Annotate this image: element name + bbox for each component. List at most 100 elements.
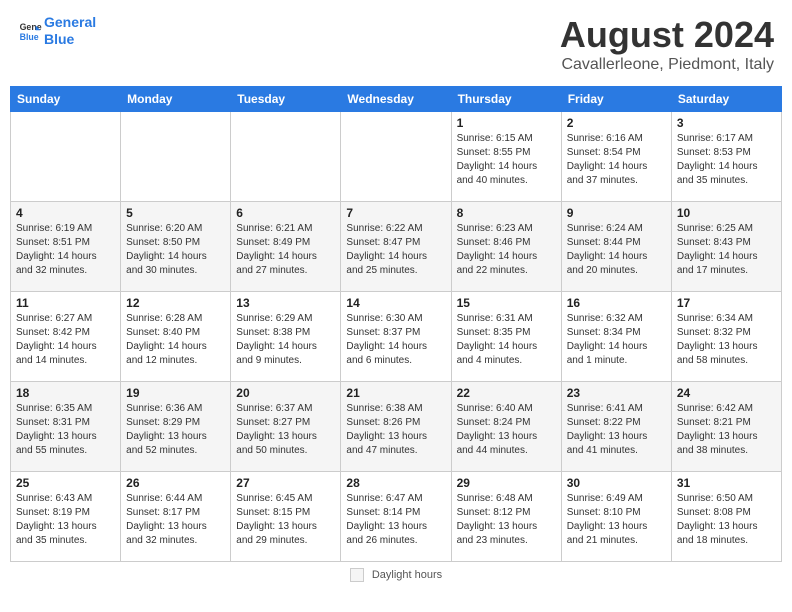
day-number: 8: [457, 206, 556, 220]
day-info: Sunrise: 6:30 AM Sunset: 8:37 PM Dayligh…: [346, 312, 445, 368]
column-header-wednesday: Wednesday: [341, 87, 451, 112]
column-header-friday: Friday: [561, 87, 671, 112]
day-info: Sunrise: 6:17 AM Sunset: 8:53 PM Dayligh…: [677, 132, 776, 188]
column-header-saturday: Saturday: [671, 87, 781, 112]
day-number: 17: [677, 296, 776, 310]
calendar-cell: 9 Sunrise: 6:24 AM Sunset: 8:44 PM Daylig…: [561, 202, 671, 292]
svg-text:Blue: Blue: [20, 32, 39, 42]
day-number: 19: [126, 386, 225, 400]
calendar-week-row: 4 Sunrise: 6:19 AM Sunset: 8:51 PM Daylig…: [11, 202, 782, 292]
calendar-cell: 31Sunrise: 6:50 AM Sunset: 8:08 PM Dayli…: [671, 472, 781, 562]
day-number: 5: [126, 206, 225, 220]
day-info: Sunrise: 6:47 AM Sunset: 8:14 PM Dayligh…: [346, 492, 445, 548]
column-header-thursday: Thursday: [451, 87, 561, 112]
day-number: 4: [16, 206, 115, 220]
day-info: Sunrise: 6:21 AM Sunset: 8:49 PM Dayligh…: [236, 222, 335, 278]
day-info: Sunrise: 6:31 AM Sunset: 8:35 PM Dayligh…: [457, 312, 556, 368]
day-info: Sunrise: 6:42 AM Sunset: 8:21 PM Dayligh…: [677, 402, 776, 458]
day-number: 21: [346, 386, 445, 400]
column-header-sunday: Sunday: [11, 87, 121, 112]
day-number: 14: [346, 296, 445, 310]
day-info: Sunrise: 6:24 AM Sunset: 8:44 PM Dayligh…: [567, 222, 666, 278]
calendar-cell: 18Sunrise: 6:35 AM Sunset: 8:31 PM Dayli…: [11, 382, 121, 472]
day-info: Sunrise: 6:49 AM Sunset: 8:10 PM Dayligh…: [567, 492, 666, 548]
day-number: 13: [236, 296, 335, 310]
day-info: Sunrise: 6:34 AM Sunset: 8:32 PM Dayligh…: [677, 312, 776, 368]
day-info: Sunrise: 6:37 AM Sunset: 8:27 PM Dayligh…: [236, 402, 335, 458]
calendar-cell: 17 Sunrise: 6:34 AM Sunset: 8:32 PM Dayli…: [671, 292, 781, 382]
calendar-cell: 30 Sunrise: 6:49 AM Sunset: 8:10 PM Dayli…: [561, 472, 671, 562]
calendar-week-row: 11 Sunrise: 6:27 AM Sunset: 8:42 PM Dayli…: [11, 292, 782, 382]
calendar-cell: 27Sunrise: 6:45 AM Sunset: 8:15 PM Dayli…: [231, 472, 341, 562]
logo-icon: General Blue: [18, 19, 42, 43]
calendar-cell: 5 Sunrise: 6:20 AM Sunset: 8:50 PM Daylig…: [121, 202, 231, 292]
day-number: 15: [457, 296, 556, 310]
day-number: 20: [236, 386, 335, 400]
calendar-cell: 8 Sunrise: 6:23 AM Sunset: 8:46 PM Daylig…: [451, 202, 561, 292]
logo-text-line1: General: [44, 14, 96, 31]
day-number: 28: [346, 476, 445, 490]
column-header-monday: Monday: [121, 87, 231, 112]
day-number: 22: [457, 386, 556, 400]
calendar-footer: Daylight hours: [10, 568, 782, 582]
day-info: Sunrise: 6:23 AM Sunset: 8:46 PM Dayligh…: [457, 222, 556, 278]
calendar-cell: [231, 112, 341, 202]
day-info: Sunrise: 6:22 AM Sunset: 8:47 PM Dayligh…: [346, 222, 445, 278]
day-info: Sunrise: 6:48 AM Sunset: 8:12 PM Dayligh…: [457, 492, 556, 548]
day-info: Sunrise: 6:19 AM Sunset: 8:51 PM Dayligh…: [16, 222, 115, 278]
day-number: 3: [677, 116, 776, 130]
day-number: 1: [457, 116, 556, 130]
main-title: August 2024: [560, 14, 774, 56]
day-info: Sunrise: 6:41 AM Sunset: 8:22 PM Dayligh…: [567, 402, 666, 458]
calendar-cell: 24Sunrise: 6:42 AM Sunset: 8:21 PM Dayli…: [671, 382, 781, 472]
calendar-cell: [341, 112, 451, 202]
day-info: Sunrise: 6:45 AM Sunset: 8:15 PM Dayligh…: [236, 492, 335, 548]
calendar-cell: 19Sunrise: 6:36 AM Sunset: 8:29 PM Dayli…: [121, 382, 231, 472]
calendar-week-row: 25Sunrise: 6:43 AM Sunset: 8:19 PM Dayli…: [11, 472, 782, 562]
title-block: August 2024 Cavallerleone, Piedmont, Ita…: [560, 14, 774, 74]
day-info: Sunrise: 6:16 AM Sunset: 8:54 PM Dayligh…: [567, 132, 666, 188]
day-number: 7: [346, 206, 445, 220]
page-header: General Blue General Blue August 2024 Ca…: [10, 10, 782, 78]
calendar-header-row: SundayMondayTuesdayWednesdayThursdayFrid…: [11, 87, 782, 112]
calendar-cell: 22 Sunrise: 6:40 AM Sunset: 8:24 PM Dayli…: [451, 382, 561, 472]
day-number: 29: [457, 476, 556, 490]
day-info: Sunrise: 6:32 AM Sunset: 8:34 PM Dayligh…: [567, 312, 666, 368]
calendar-cell: 26Sunrise: 6:44 AM Sunset: 8:17 PM Dayli…: [121, 472, 231, 562]
calendar-cell: 12Sunrise: 6:28 AM Sunset: 8:40 PM Dayli…: [121, 292, 231, 382]
day-number: 9: [567, 206, 666, 220]
calendar-cell: 7 Sunrise: 6:22 AM Sunset: 8:47 PM Daylig…: [341, 202, 451, 292]
calendar-cell: 10Sunrise: 6:25 AM Sunset: 8:43 PM Dayli…: [671, 202, 781, 292]
calendar-cell: 1 Sunrise: 6:15 AM Sunset: 8:55 PM Daylig…: [451, 112, 561, 202]
day-info: Sunrise: 6:15 AM Sunset: 8:55 PM Dayligh…: [457, 132, 556, 188]
day-number: 2: [567, 116, 666, 130]
day-info: Sunrise: 6:44 AM Sunset: 8:17 PM Dayligh…: [126, 492, 225, 548]
legend-box: [350, 568, 364, 582]
calendar-cell: 15 Sunrise: 6:31 AM Sunset: 8:35 PM Dayli…: [451, 292, 561, 382]
day-info: Sunrise: 6:20 AM Sunset: 8:50 PM Dayligh…: [126, 222, 225, 278]
calendar-cell: 23 Sunrise: 6:41 AM Sunset: 8:22 PM Dayli…: [561, 382, 671, 472]
day-number: 6: [236, 206, 335, 220]
calendar-cell: 25Sunrise: 6:43 AM Sunset: 8:19 PM Dayli…: [11, 472, 121, 562]
sub-title: Cavallerleone, Piedmont, Italy: [560, 56, 774, 74]
legend-label: Daylight hours: [372, 569, 442, 581]
svg-text:General: General: [20, 22, 42, 32]
day-number: 23: [567, 386, 666, 400]
calendar-cell: 2 Sunrise: 6:16 AM Sunset: 8:54 PM Daylig…: [561, 112, 671, 202]
calendar-cell: 29 Sunrise: 6:48 AM Sunset: 8:12 PM Dayli…: [451, 472, 561, 562]
calendar-cell: 4 Sunrise: 6:19 AM Sunset: 8:51 PM Daylig…: [11, 202, 121, 292]
calendar-cell: 20 Sunrise: 6:37 AM Sunset: 8:27 PM Dayli…: [231, 382, 341, 472]
day-info: Sunrise: 6:50 AM Sunset: 8:08 PM Dayligh…: [677, 492, 776, 548]
day-info: Sunrise: 6:29 AM Sunset: 8:38 PM Dayligh…: [236, 312, 335, 368]
day-info: Sunrise: 6:38 AM Sunset: 8:26 PM Dayligh…: [346, 402, 445, 458]
calendar-cell: 11 Sunrise: 6:27 AM Sunset: 8:42 PM Dayli…: [11, 292, 121, 382]
logo: General Blue General Blue: [18, 14, 96, 48]
calendar-cell: 28 Sunrise: 6:47 AM Sunset: 8:14 PM Dayli…: [341, 472, 451, 562]
day-info: Sunrise: 6:40 AM Sunset: 8:24 PM Dayligh…: [457, 402, 556, 458]
logo-text-line2: Blue: [44, 31, 96, 48]
day-number: 30: [567, 476, 666, 490]
calendar-cell: [121, 112, 231, 202]
day-info: Sunrise: 6:27 AM Sunset: 8:42 PM Dayligh…: [16, 312, 115, 368]
calendar-cell: 13 Sunrise: 6:29 AM Sunset: 8:38 PM Dayli…: [231, 292, 341, 382]
day-number: 11: [16, 296, 115, 310]
